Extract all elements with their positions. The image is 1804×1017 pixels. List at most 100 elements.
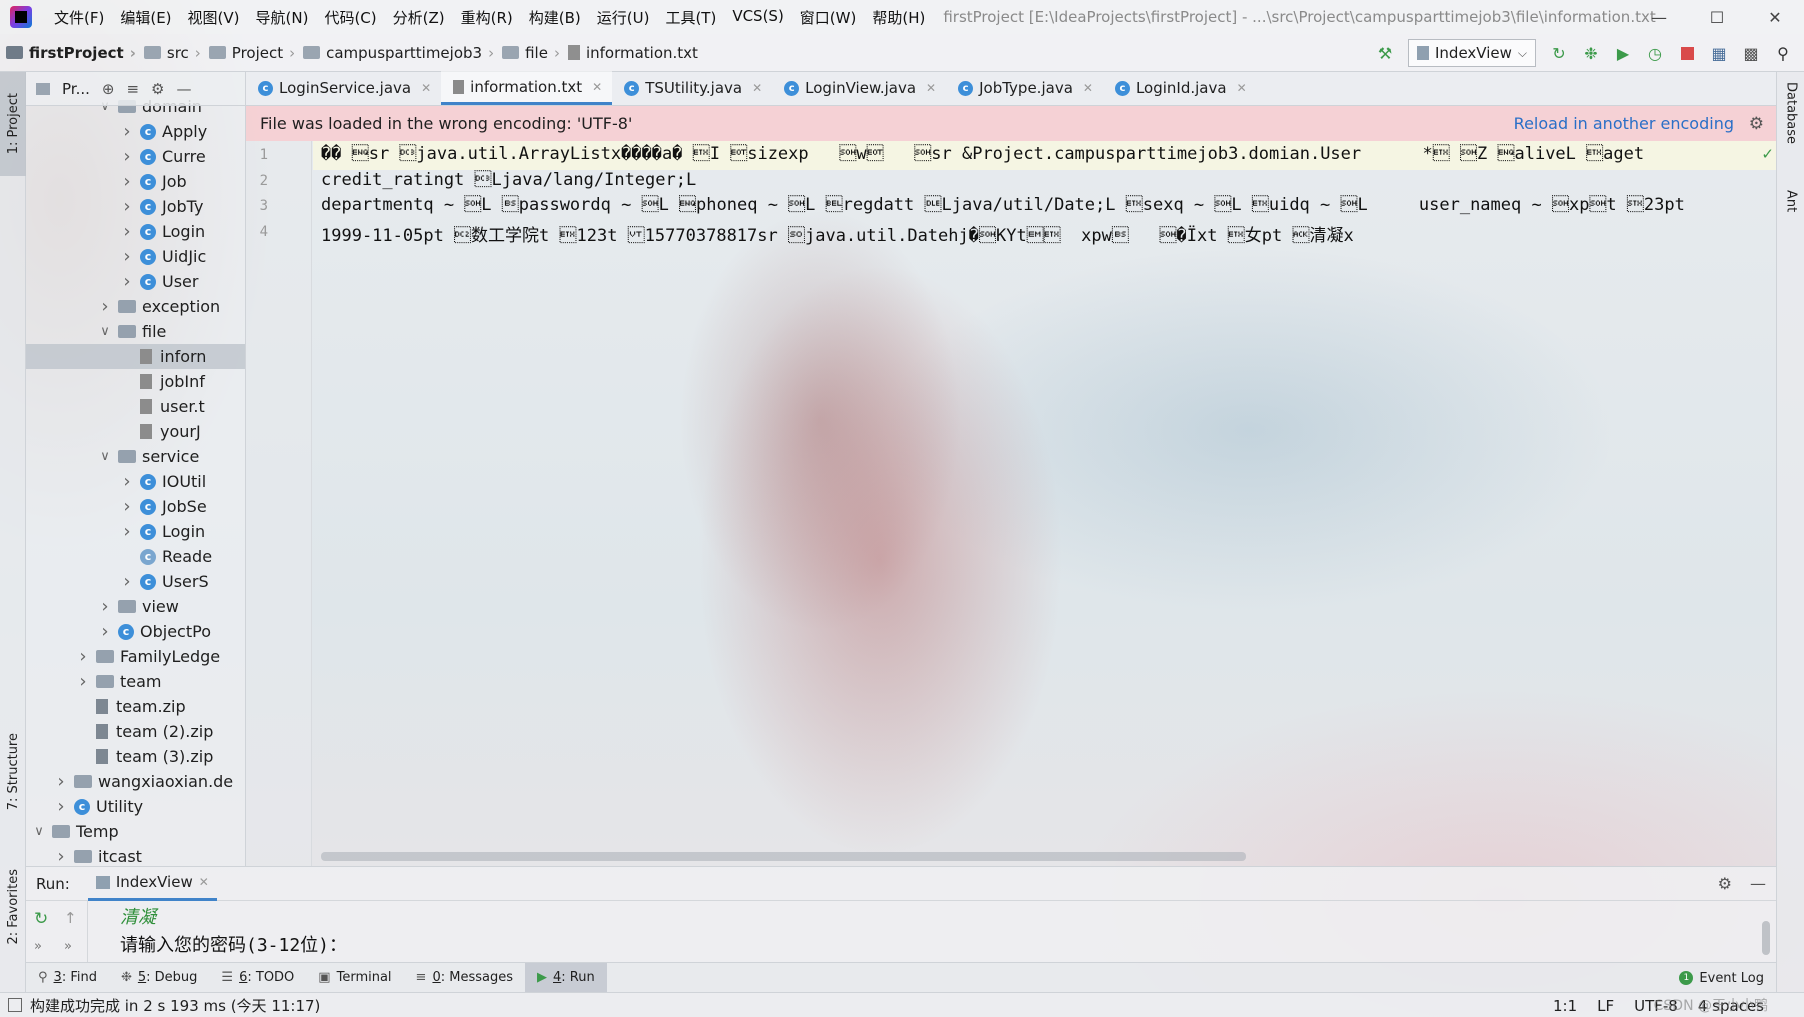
expand-more-icon-2[interactable]: » xyxy=(64,939,72,954)
bottom-tab[interactable]: ⚲ 3: Find xyxy=(26,963,109,993)
tree-item[interactable]: › c Login xyxy=(26,519,245,544)
menu-item[interactable]: 视图(V) xyxy=(180,7,248,28)
chevron-right-icon[interactable]: › xyxy=(98,621,112,642)
run-config-select[interactable]: IndexView ⌵ xyxy=(1408,39,1536,67)
tab-database[interactable]: Database xyxy=(1777,82,1804,144)
chevron-right-icon[interactable]: › xyxy=(98,596,112,617)
tree-item[interactable]: › c Curre xyxy=(26,144,245,169)
menu-item[interactable]: VCS(S) xyxy=(724,7,791,28)
run-console[interactable]: ↻ ↑ » » 清凝 请输入您的密码(3-12位)： xyxy=(26,901,1776,963)
editor-tab[interactable]: c LoginView.java ✕ xyxy=(772,71,946,105)
terminal-window-icon[interactable]: ▩ xyxy=(1742,44,1760,63)
tree-item[interactable]: › c ObjectPo xyxy=(26,619,245,644)
minimize-icon[interactable]: — xyxy=(1630,0,1688,34)
breadcrumb-item[interactable]: Project › xyxy=(203,44,297,62)
chevron-right-icon[interactable]: › xyxy=(54,846,68,866)
bottom-tab[interactable]: ▣ Terminal xyxy=(306,963,403,993)
close-tab-icon[interactable]: ✕ xyxy=(421,81,431,95)
tree-item[interactable]: team (2).zip xyxy=(26,719,245,744)
tab-ant[interactable]: Ant xyxy=(1777,190,1804,212)
chevron-down-icon[interactable]: ∨ xyxy=(98,449,112,464)
tree-item[interactable]: › c JobSe xyxy=(26,494,245,519)
rerun-icon[interactable]: ↻ xyxy=(1550,44,1568,63)
chevron-right-icon[interactable]: › xyxy=(120,146,134,167)
tree-item[interactable]: › c Apply xyxy=(26,119,245,144)
tree-item[interactable]: team (3).zip xyxy=(26,744,245,769)
chevron-right-icon[interactable]: › xyxy=(54,796,68,817)
tree-item[interactable]: jobInf xyxy=(26,369,245,394)
project-view-select[interactable]: Pr... xyxy=(62,80,90,98)
chevron-right-icon[interactable]: › xyxy=(54,771,68,792)
bottom-tab[interactable]: ❉ 5: Debug xyxy=(109,963,209,993)
tree-item[interactable]: › c User xyxy=(26,269,245,294)
build-hammer-icon[interactable]: ⚒ xyxy=(1376,44,1394,63)
close-tab-icon[interactable]: ✕ xyxy=(1237,81,1247,95)
settings-gear-icon[interactable]: ⚙ xyxy=(151,80,164,98)
tree-item[interactable]: yourJ xyxy=(26,419,245,444)
tree-item[interactable]: › team xyxy=(26,669,245,694)
locate-icon[interactable]: ⊕ xyxy=(102,80,115,98)
chevron-right-icon[interactable]: › xyxy=(120,221,134,242)
coverage-icon[interactable]: ▶ xyxy=(1614,44,1632,63)
scroll-up-icon[interactable]: ↑ xyxy=(64,909,77,927)
caret-position[interactable]: 1:1 xyxy=(1553,997,1577,1015)
tree-item[interactable]: › c UidJic xyxy=(26,244,245,269)
chevron-down-icon[interactable]: ∨ xyxy=(32,824,46,839)
chevron-right-icon[interactable]: › xyxy=(120,521,134,542)
rerun-icon[interactable]: ↻ xyxy=(34,909,48,929)
chevron-right-icon[interactable]: › xyxy=(98,296,112,317)
run-settings-gear-icon[interactable]: ⚙ xyxy=(1718,874,1732,893)
menu-item[interactable]: 分析(Z) xyxy=(385,7,453,28)
close-run-tab-icon[interactable]: ✕ xyxy=(199,875,209,889)
tree-item[interactable]: inforn xyxy=(26,344,245,369)
expand-more-icon[interactable]: » xyxy=(34,939,42,954)
chevron-right-icon[interactable]: › xyxy=(120,171,134,192)
menu-item[interactable]: 运行(U) xyxy=(589,7,658,28)
tree-item[interactable]: › c JobTy xyxy=(26,194,245,219)
tree-item[interactable]: › itcast xyxy=(26,844,245,866)
tree-item[interactable]: › c IOUtil xyxy=(26,469,245,494)
chevron-right-icon[interactable]: › xyxy=(120,196,134,217)
menu-item[interactable]: 窗口(W) xyxy=(792,7,865,28)
editor-tab[interactable]: c LoginService.java ✕ xyxy=(246,71,441,105)
tree-item[interactable]: c Reade xyxy=(26,544,245,569)
chevron-right-icon[interactable]: › xyxy=(76,646,90,667)
profiler-icon[interactable]: ◷ xyxy=(1646,44,1664,63)
hide-panel-icon[interactable]: — xyxy=(177,80,192,98)
tree-item[interactable]: › FamilyLedge xyxy=(26,644,245,669)
close-tab-icon[interactable]: ✕ xyxy=(592,80,602,94)
breadcrumb-item[interactable]: src › xyxy=(138,44,203,62)
chevron-down-icon[interactable]: ∨ xyxy=(98,324,112,339)
menu-item[interactable]: 代码(C) xyxy=(316,7,384,28)
tree-item[interactable]: ∨ service xyxy=(26,444,245,469)
close-tab-icon[interactable]: ✕ xyxy=(926,81,936,95)
tree-item[interactable]: › c Login xyxy=(26,219,245,244)
tab-structure[interactable]: 7: Structure xyxy=(0,722,26,822)
menu-item[interactable]: 帮助(H) xyxy=(864,7,933,28)
tab-project[interactable]: 1: Project xyxy=(0,72,26,176)
tab-favorites[interactable]: 2: Favorites xyxy=(0,852,26,962)
tree-item[interactable]: team.zip xyxy=(26,694,245,719)
line-separator[interactable]: LF xyxy=(1597,997,1614,1015)
close-icon[interactable]: ✕ xyxy=(1746,0,1804,34)
breadcrumb-item[interactable]: information.txt xyxy=(562,44,698,62)
editor-content[interactable]: ✓ �� sr java.util.ArrayListx����a� I … xyxy=(313,141,1776,866)
tree-item[interactable]: › c Utility xyxy=(26,794,245,819)
event-log-button[interactable]: 1 Event Log xyxy=(1679,963,1764,993)
menu-item[interactable]: 文件(F) xyxy=(46,7,112,28)
menu-item[interactable]: 重构(R) xyxy=(453,7,521,28)
chevron-right-icon[interactable]: › xyxy=(120,496,134,517)
tree-item[interactable]: ∨ file xyxy=(26,319,245,344)
bottom-tab[interactable]: ☰ 6: TODO xyxy=(209,963,306,993)
stop-icon[interactable] xyxy=(1678,44,1696,62)
chevron-right-icon[interactable]: › xyxy=(120,471,134,492)
banner-gear-icon[interactable]: ⚙ xyxy=(1749,114,1764,134)
menu-item[interactable]: 构建(B) xyxy=(521,7,589,28)
editor-tab[interactable]: c TSUtility.java ✕ xyxy=(612,71,772,105)
hide-run-icon[interactable]: — xyxy=(1750,874,1766,893)
reload-encoding-link[interactable]: Reload in another encoding xyxy=(1514,114,1734,133)
bottom-tab[interactable]: ▶ 4: Run xyxy=(525,962,607,993)
run-tab-indexview[interactable]: IndexView ✕ xyxy=(87,867,217,901)
editor-tab[interactable]: c JobType.java ✕ xyxy=(946,71,1103,105)
editor-tab[interactable]: c LoginId.java ✕ xyxy=(1103,71,1257,105)
